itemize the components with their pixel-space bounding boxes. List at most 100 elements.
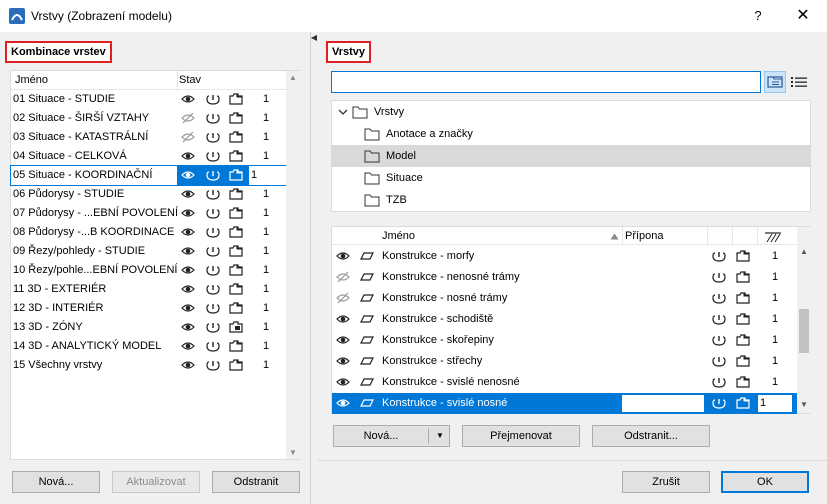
column-header-extension[interactable]: Přípona xyxy=(625,227,664,245)
wireframe-icon[interactable] xyxy=(736,313,750,325)
folder-tree-item[interactable]: Vrstvy xyxy=(332,101,810,123)
layer-row[interactable]: Konstrukce - svislé nosné 1 xyxy=(332,393,797,414)
left-list-scrollbar[interactable]: ▲ ▼ xyxy=(286,71,300,459)
layer-row[interactable]: Konstrukce - svislé nenosné 1 xyxy=(332,372,797,393)
eye-visible-icon[interactable] xyxy=(181,93,195,105)
layer-combination-row[interactable]: 14 3D - ANALYTICKÝ MODEL 1 xyxy=(11,337,286,356)
eye-visible-icon[interactable] xyxy=(181,283,195,295)
eye-visible-icon[interactable] xyxy=(181,321,195,333)
collapse-arrow-icon[interactable]: ◀ xyxy=(310,33,318,43)
eye-visible-icon[interactable] xyxy=(181,169,195,181)
wireframe-icon[interactable] xyxy=(736,250,750,262)
lock-icon[interactable] xyxy=(712,313,726,325)
eye-visible-icon[interactable] xyxy=(181,188,195,200)
layer-row[interactable]: Konstrukce - střechy 1 xyxy=(332,351,797,372)
eye-visible-icon[interactable] xyxy=(181,340,195,352)
update-combination-button[interactable]: Aktualizovat xyxy=(112,471,200,493)
delete-combination-button[interactable]: Odstranit xyxy=(212,471,300,493)
lock-icon[interactable] xyxy=(206,169,220,181)
eye-visible-icon[interactable] xyxy=(181,264,195,276)
eye-hidden-icon[interactable] xyxy=(336,271,350,283)
lock-icon[interactable] xyxy=(206,302,220,314)
layer-combination-row[interactable]: 07 Půdorysy - ...EBNÍ POVOLENÍ 1 xyxy=(11,204,286,223)
layer-combination-row[interactable]: 15 Všechny vrstvy 1 xyxy=(11,356,286,375)
wireframe-mixed-icon[interactable] xyxy=(229,321,243,333)
lock-icon[interactable] xyxy=(206,340,220,352)
lock-icon[interactable] xyxy=(206,112,220,124)
wireframe-icon[interactable] xyxy=(229,150,243,162)
lock-icon[interactable] xyxy=(712,355,726,367)
layer-combination-row[interactable]: 09 Řezy/pohledy - STUDIE 1 xyxy=(11,242,286,261)
wireframe-icon[interactable] xyxy=(736,355,750,367)
layer-combination-row[interactable]: 10 Řezy/pohle...EBNÍ POVOLENÍ 1 xyxy=(11,261,286,280)
lock-icon[interactable] xyxy=(206,150,220,162)
layer-combination-row[interactable]: 05 Situace - KOORDINAČNÍ 1 xyxy=(10,165,287,186)
eye-visible-icon[interactable] xyxy=(181,302,195,314)
layer-row[interactable]: Konstrukce - schodiště 1 xyxy=(332,309,797,330)
cancel-button[interactable]: Zrušit xyxy=(622,471,710,493)
list-view-icon[interactable] xyxy=(790,74,808,90)
lock-icon[interactable] xyxy=(206,188,220,200)
layers-table-scrollbar[interactable]: ▲ ▼ xyxy=(797,227,811,413)
wireframe-icon[interactable] xyxy=(229,169,243,181)
eye-visible-icon[interactable] xyxy=(336,355,350,367)
lock-icon[interactable] xyxy=(206,264,220,276)
layer-row[interactable]: Konstrukce - nenosné trámy 1 xyxy=(332,267,797,288)
layer-combination-row[interactable]: 08 Půdorysy -...B KOORDINACE 1 xyxy=(11,223,286,242)
wireframe-icon[interactable] xyxy=(229,283,243,295)
lock-icon[interactable] xyxy=(206,93,220,105)
lock-icon[interactable] xyxy=(712,334,726,346)
layer-combination-row[interactable]: 12 3D - INTERIÉR 1 xyxy=(11,299,286,318)
wireframe-icon[interactable] xyxy=(229,112,243,124)
eye-visible-icon[interactable] xyxy=(336,376,350,388)
eye-visible-icon[interactable] xyxy=(181,359,195,371)
wireframe-icon[interactable] xyxy=(736,397,750,409)
lock-icon[interactable] xyxy=(712,271,726,283)
wireframe-icon[interactable] xyxy=(736,376,750,388)
lock-icon[interactable] xyxy=(206,359,220,371)
wireframe-icon[interactable] xyxy=(229,245,243,257)
wireframe-icon[interactable] xyxy=(736,334,750,346)
layer-combination-row[interactable]: 02 Situace - ŠIRŠÍ VZTAHY 1 xyxy=(11,109,286,128)
layer-combination-row[interactable]: 04 Situace - CELKOVÁ 1 xyxy=(11,147,286,166)
folder-tree-item[interactable]: TZB xyxy=(332,189,810,211)
layer-combination-row[interactable]: 01 Situace - STUDIE 1 xyxy=(11,90,286,109)
new-combination-button[interactable]: Nová... xyxy=(12,471,100,493)
folder-tree-item[interactable]: Anotace a značky xyxy=(332,123,810,145)
lock-icon[interactable] xyxy=(712,376,726,388)
help-button[interactable]: ? xyxy=(748,6,768,26)
scrollbar-thumb[interactable] xyxy=(799,309,809,353)
layers-table[interactable]: Jméno Přípona Konstrukce - morfy 1 Konst… xyxy=(331,226,811,414)
lock-icon[interactable] xyxy=(712,250,726,262)
wireframe-icon[interactable] xyxy=(229,131,243,143)
wireframe-icon[interactable] xyxy=(229,226,243,238)
wireframe-icon[interactable] xyxy=(229,93,243,105)
wireframe-icon[interactable] xyxy=(229,302,243,314)
wireframe-icon[interactable] xyxy=(229,207,243,219)
close-button[interactable]: ✕ xyxy=(790,6,816,26)
eye-visible-icon[interactable] xyxy=(181,207,195,219)
wireframe-icon[interactable] xyxy=(229,340,243,352)
layer-folders-tree[interactable]: Vrstvy Anotace a značky Model Situace TZ… xyxy=(331,100,811,212)
eye-visible-icon[interactable] xyxy=(336,313,350,325)
column-header-name[interactable]: Jméno xyxy=(15,71,48,89)
eye-visible-icon[interactable] xyxy=(181,245,195,257)
lock-icon[interactable] xyxy=(206,207,220,219)
lock-icon[interactable] xyxy=(712,292,726,304)
pane-splitter[interactable] xyxy=(310,32,318,504)
wireframe-icon[interactable] xyxy=(229,359,243,371)
column-header-layer-name[interactable]: Jméno xyxy=(382,227,415,245)
eye-hidden-icon[interactable] xyxy=(336,292,350,304)
new-layer-button[interactable]: Nová... xyxy=(334,426,428,446)
layer-row[interactable]: Konstrukce - skořepiny 1 xyxy=(332,330,797,351)
ok-button[interactable]: OK xyxy=(721,471,809,493)
layer-search-input[interactable] xyxy=(331,71,761,93)
lock-icon[interactable] xyxy=(712,397,726,409)
chevron-down-icon[interactable] xyxy=(338,107,348,117)
lock-icon[interactable] xyxy=(206,283,220,295)
eye-visible-icon[interactable] xyxy=(336,250,350,262)
eye-hidden-icon[interactable] xyxy=(181,112,195,124)
lock-icon[interactable] xyxy=(206,245,220,257)
folder-tree-item[interactable]: Model xyxy=(332,145,810,167)
eye-visible-icon[interactable] xyxy=(336,334,350,346)
